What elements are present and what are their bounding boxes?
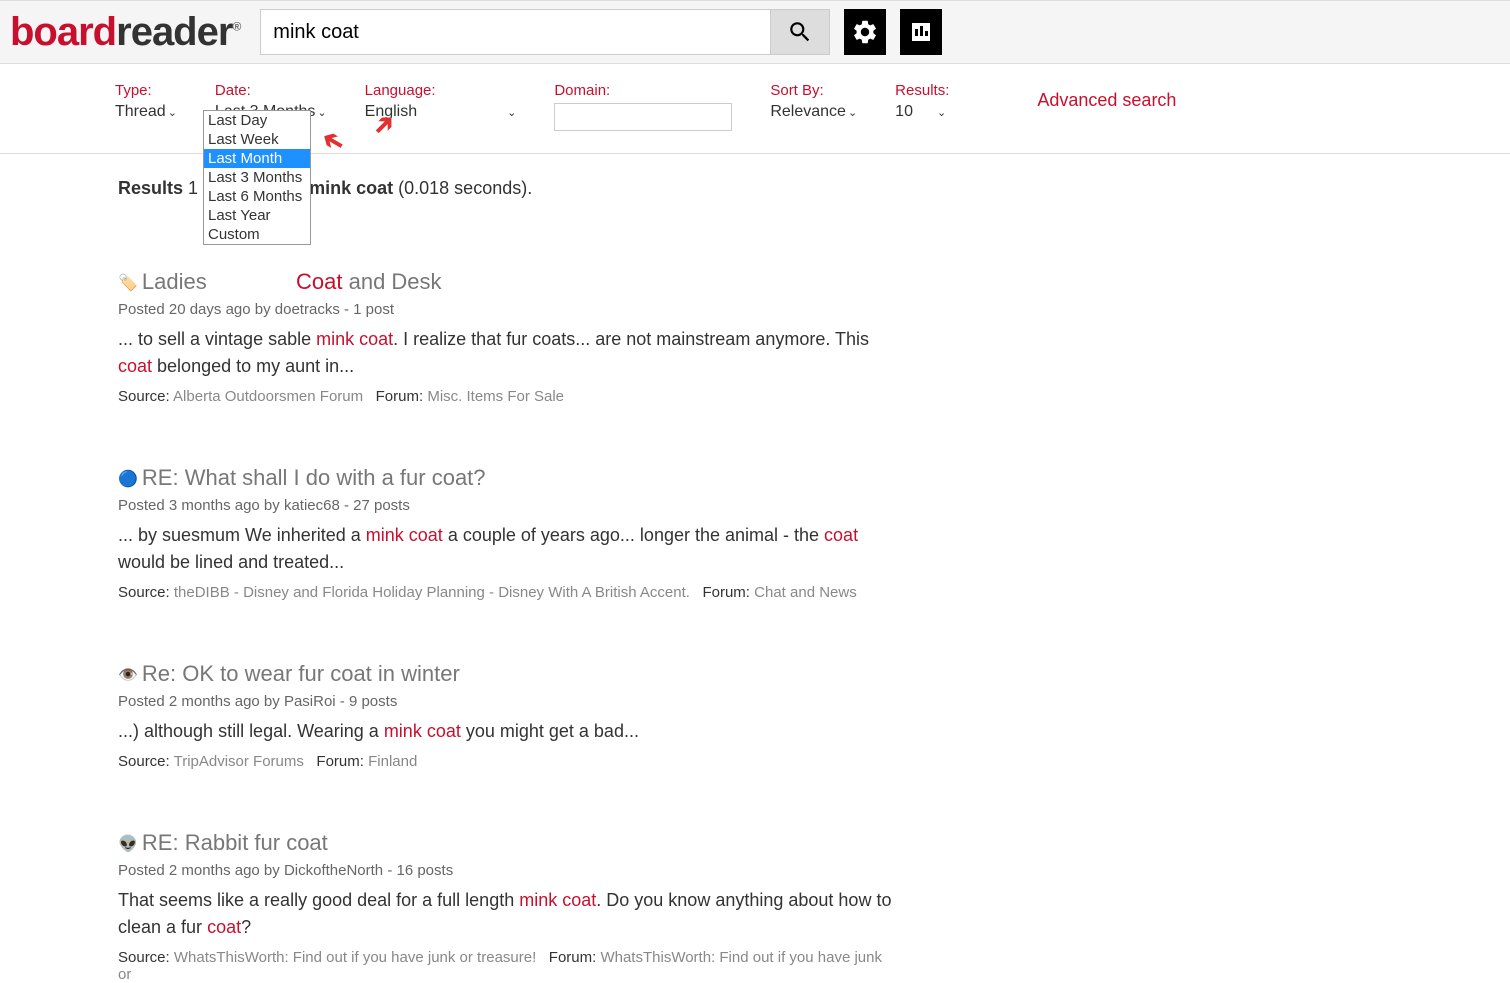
search-icon xyxy=(787,19,813,45)
result-title[interactable]: 👽RE: Rabbit fur coat xyxy=(118,830,898,856)
forum-link[interactable]: Misc. Items For Sale xyxy=(427,388,564,405)
stats-button[interactable] xyxy=(900,9,942,55)
result-snippet: ... by suesmum We inherited a mink coat … xyxy=(118,522,898,576)
result-source: Source: Alberta Outdoorsmen Forum Forum:… xyxy=(118,388,898,405)
date-option[interactable]: Last Day xyxy=(204,111,310,130)
forum-link[interactable]: Finland xyxy=(368,753,417,770)
header: boardreader® xyxy=(0,0,1510,64)
search-result: 👽RE: Rabbit fur coat Posted 2 months ago… xyxy=(118,830,898,983)
date-option[interactable]: Last 3 Months xyxy=(204,168,310,187)
caret-icon: ⌄ xyxy=(848,107,857,119)
author-link[interactable]: doetracks xyxy=(275,301,340,318)
caret-icon: ⌄ xyxy=(937,107,946,119)
result-meta: Posted 2 months ago by PasiRoi - 9 posts xyxy=(118,693,898,710)
source-icon: 👁️ xyxy=(118,667,138,684)
search-input[interactable] xyxy=(260,9,770,55)
caret-icon: ⌄ xyxy=(317,107,326,119)
results-summary: Results 1 - xxxxxxxxxx mink coat (0.018 … xyxy=(118,178,1510,199)
settings-button[interactable] xyxy=(844,9,886,55)
date-option[interactable]: Last Year xyxy=(204,206,310,225)
filter-domain: Domain: xyxy=(554,82,732,131)
caret-icon: ⌄ xyxy=(168,107,177,119)
author-link[interactable]: katiec68 xyxy=(284,497,340,514)
caret-icon: ⌄ xyxy=(507,107,516,119)
result-snippet: That seems like a really good deal for a… xyxy=(118,887,898,941)
filter-sort: Sort By: Relevance⌄ xyxy=(770,82,857,131)
result-snippet: ... to sell a vintage sable mink coat. I… xyxy=(118,326,898,380)
date-option[interactable]: Last Month xyxy=(204,149,310,168)
filter-results-select[interactable]: 10⌄ xyxy=(895,103,946,121)
search-result: 👁️Re: OK to wear fur coat in winter Post… xyxy=(118,661,898,770)
result-snippet: ...) although still legal. Wearing a min… xyxy=(118,718,898,745)
result-source: Source: theDIBB - Disney and Florida Hol… xyxy=(118,584,898,601)
result-source: Source: WhatsThisWorth: Find out if you … xyxy=(118,949,898,983)
source-icon: 🔵 xyxy=(118,471,138,488)
author-link[interactable]: DickoftheNorth xyxy=(284,862,383,879)
search-result: 🔵RE: What shall I do with a fur coat? Po… xyxy=(118,465,898,601)
author-link[interactable]: PasiRoi xyxy=(284,693,336,710)
result-title[interactable]: 👁️Re: OK to wear fur coat in winter xyxy=(118,661,898,687)
source-link[interactable]: Alberta Outdoorsmen Forum xyxy=(173,388,363,405)
search-result: 🏷️Ladies xxxxxxx Coat and Desk Posted 20… xyxy=(118,269,898,405)
domain-input[interactable] xyxy=(554,103,732,131)
date-option[interactable]: Custom xyxy=(204,225,310,244)
source-link[interactable]: TripAdvisor Forums xyxy=(174,753,304,770)
date-dropdown: Last DayLast WeekLast MonthLast 3 Months… xyxy=(203,110,311,245)
source-link[interactable]: theDIBB - Disney and Florida Holiday Pla… xyxy=(174,584,690,601)
filter-type-select[interactable]: Thread⌄ xyxy=(115,103,177,121)
advanced-search-link[interactable]: Advanced search xyxy=(1037,90,1176,131)
source-icon: 🏷️ xyxy=(118,275,138,292)
result-meta: Posted 3 months ago by katiec68 - 27 pos… xyxy=(118,497,898,514)
filter-type: Type: Thread⌄ xyxy=(115,82,177,131)
date-option[interactable]: Last 6 Months xyxy=(204,187,310,206)
result-meta: Posted 2 months ago by DickoftheNorth - … xyxy=(118,862,898,879)
search-button[interactable] xyxy=(770,9,830,55)
bar-chart-icon xyxy=(909,20,933,44)
search-container xyxy=(260,9,942,55)
filters-bar: Type: Thread⌄ Date: Last 3 Months⌄ Langu… xyxy=(0,64,1510,131)
source-link[interactable]: WhatsThisWorth: Find out if you have jun… xyxy=(174,949,536,966)
filter-language: Language: English⌄ xyxy=(365,82,517,131)
result-meta: Posted 20 days ago by doetracks - 1 post xyxy=(118,301,898,318)
date-option[interactable]: Last Week xyxy=(204,130,310,149)
source-icon: 👽 xyxy=(118,836,138,853)
filter-results: Results: 10⌄ xyxy=(895,82,949,131)
result-title[interactable]: 🏷️Ladies xxxxxxx Coat and Desk xyxy=(118,269,898,295)
logo[interactable]: boardreader® xyxy=(10,10,240,55)
filter-sort-select[interactable]: Relevance⌄ xyxy=(770,103,857,121)
filter-language-select[interactable]: English⌄ xyxy=(365,103,517,121)
result-source: Source: TripAdvisor Forums Forum: Finlan… xyxy=(118,753,898,770)
gear-icon xyxy=(851,18,879,46)
forum-link[interactable]: Chat and News xyxy=(754,584,857,601)
result-title[interactable]: 🔵RE: What shall I do with a fur coat? xyxy=(118,465,898,491)
